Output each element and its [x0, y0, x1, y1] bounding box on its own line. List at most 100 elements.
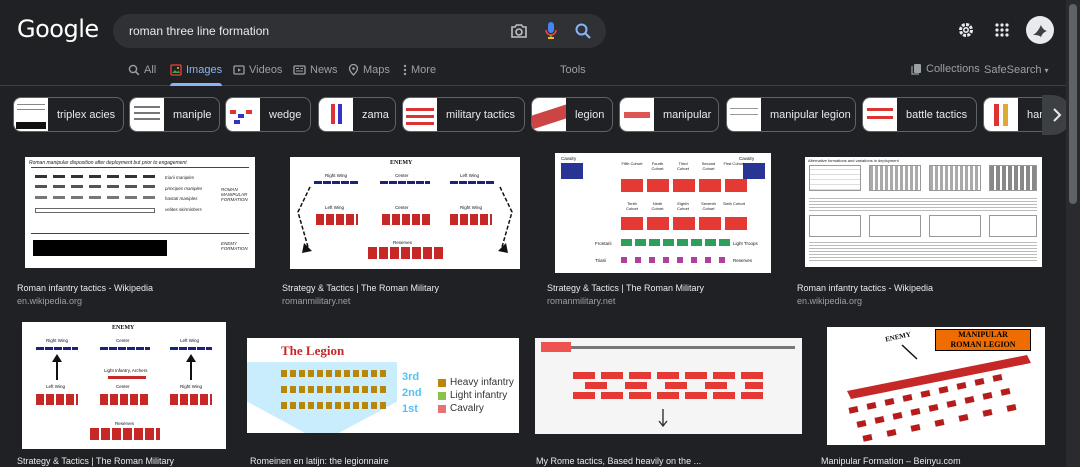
thumb-text: Light Troops — [733, 241, 758, 246]
camera-icon[interactable] — [506, 20, 532, 42]
thumb-text: hastati maniples — [165, 196, 198, 201]
safesearch-button[interactable]: SafeSearch ▾ — [984, 64, 1049, 76]
result-title[interactable]: Strategy & Tactics | The Roman Military — [17, 456, 174, 466]
chip-triplex-acies[interactable]: triplex acies — [13, 97, 124, 132]
chip-thumbnail — [319, 98, 353, 131]
chip-legion[interactable]: legion — [531, 97, 613, 132]
gear-icon[interactable] — [954, 16, 978, 44]
thumb-text: Alternative formations and variations in… — [808, 158, 899, 163]
result-thumbnail[interactable] — [535, 338, 802, 434]
thumb-text: principes maniples — [165, 185, 203, 191]
result-thumbnail[interactable]: Cavalry Cavalry Fifth Cohort Fourth Coho… — [555, 153, 771, 273]
collections-label: Collections — [926, 63, 980, 75]
tab-more[interactable]: More — [403, 64, 436, 86]
image-result[interactable]: ENEMY Right Wing Center Left Wing Left W… — [282, 155, 542, 307]
chip-label: legion — [575, 108, 605, 121]
page-scrollbar[interactable] — [1066, 0, 1080, 467]
mic-icon[interactable] — [538, 20, 564, 42]
avatar[interactable] — [1026, 16, 1054, 44]
result-title[interactable]: Manipular Formation – Beinyu.com — [821, 456, 961, 466]
tab-label: More — [411, 64, 437, 76]
result-title[interactable]: Roman infantry tactics - Wikipedia — [17, 283, 153, 293]
tools-button[interactable]: Tools — [560, 64, 586, 76]
tab-videos[interactable]: Videos — [233, 64, 282, 86]
collections-button[interactable]: Collections — [911, 63, 980, 75]
result-title[interactable]: Strategy & Tactics | The Roman Military — [547, 283, 704, 293]
chip-wedge[interactable]: wedge — [225, 97, 311, 132]
chevron-right-icon — [1053, 108, 1062, 122]
search-input[interactable] — [129, 22, 509, 40]
result-title[interactable]: Strategy & Tactics | The Roman Military — [282, 283, 439, 293]
result-source[interactable]: romanmilitary.net — [282, 296, 350, 306]
result-title[interactable]: Roman infantry tactics - Wikipedia — [797, 283, 933, 293]
legend-label: Heavy infantry — [450, 377, 514, 388]
image-result[interactable]: Roman manipular disposition after deploy… — [17, 155, 267, 307]
result-title[interactable]: My Rome tactics, Based heavily on the ..… — [536, 456, 701, 466]
tab-news[interactable]: News — [293, 64, 338, 86]
tab-label: Videos — [249, 64, 283, 76]
chip-manipular-legion[interactable]: manipular legion — [726, 97, 856, 132]
chip-maniple[interactable]: maniple — [129, 97, 220, 132]
chip-label: maniple — [173, 108, 212, 121]
search-icon[interactable] — [570, 20, 596, 42]
result-source[interactable]: romanmilitary.net — [547, 296, 615, 306]
result-source[interactable]: en.wikipedia.org — [17, 296, 82, 306]
image-result[interactable]: The Legion 3rd 2nd 1st Heavy infantry Li… — [247, 336, 530, 467]
apps-grid-icon[interactable] — [990, 16, 1014, 44]
result-source[interactable]: en.wikipedia.org — [797, 296, 862, 306]
chip-han[interactable]: han — [983, 97, 1048, 132]
thumb-text: Eighth Cohort — [676, 201, 689, 211]
chip-thumbnail — [226, 98, 260, 131]
chip-thumbnail — [130, 98, 164, 131]
thumb-text: 3rd — [402, 371, 420, 383]
tab-label: Maps — [363, 64, 390, 76]
tab-images[interactable]: Images — [170, 64, 223, 86]
search-box[interactable] — [113, 14, 606, 48]
thumb-text: Seventh Cohort — [701, 201, 716, 211]
chip-thumbnail — [403, 98, 437, 131]
bookmark-collection-icon — [911, 64, 921, 75]
result-thumbnail[interactable]: Alternative formations and variations in… — [805, 157, 1042, 267]
result-thumbnail[interactable]: The Legion 3rd 2nd 1st Heavy infantry Li… — [247, 338, 519, 433]
chip-battle-tactics[interactable]: battle tactics — [862, 97, 977, 132]
tab-label: News — [310, 64, 338, 76]
thumb-text: triarii maniples — [165, 175, 195, 180]
result-title[interactable]: Romeinen en latijn: the legionnaire — [250, 456, 389, 466]
dots-vertical-icon — [403, 64, 407, 76]
image-result[interactable]: ENEMY Right Wing Center Left Wing Light … — [17, 322, 267, 467]
header: Google — [0, 0, 1066, 62]
thumb-text: Third Cohort — [676, 161, 689, 171]
image-result[interactable]: MANIPULAR ROMAN LEGION ENEMY Manipular F… — [821, 326, 1066, 467]
chip-thumbnail — [14, 98, 48, 131]
tab-label: All — [144, 64, 157, 76]
search-tabs: All Images Videos News Maps More Tools C… — [0, 60, 1066, 86]
tab-maps[interactable]: Maps — [348, 64, 390, 86]
thumb-text: ROMAN MANIPULAR FORMATION — [221, 187, 248, 202]
result-thumbnail[interactable]: ENEMY Right Wing Center Left Wing Light … — [22, 322, 226, 449]
chip-military-tactics[interactable]: military tactics — [402, 97, 525, 132]
google-logo[interactable]: Google — [17, 15, 99, 43]
thumb-text: Sixth Cohort — [723, 201, 746, 206]
thumb-text: First Cohort — [723, 161, 745, 166]
chip-thumbnail — [620, 98, 654, 131]
result-thumbnail[interactable]: MANIPULAR ROMAN LEGION ENEMY — [827, 327, 1045, 445]
result-thumbnail[interactable]: ENEMY Right Wing Center Left Wing Left W… — [290, 157, 520, 269]
chip-zama[interactable]: zama — [318, 97, 396, 132]
thumb-text: Frontarii — [595, 241, 612, 246]
safesearch-label: SafeSearch — [984, 64, 1042, 76]
scrollbar-thumb[interactable] — [1069, 4, 1077, 204]
result-thumbnail[interactable]: Roman manipular disposition after deploy… — [25, 157, 255, 268]
chip-manipular[interactable]: manipular — [619, 97, 719, 132]
tab-all[interactable]: All — [128, 64, 156, 86]
image-result[interactable]: Alternative formations and variations in… — [797, 155, 1057, 307]
thumb-text: Fourth Cohort — [651, 161, 664, 171]
image-result[interactable]: Cavalry Cavalry Fifth Cohort Fourth Coho… — [547, 152, 787, 307]
thumb-text: ENEMY FORMATION — [221, 241, 248, 251]
chip-label: manipular — [663, 108, 712, 121]
image-result[interactable]: My Rome tactics, Based heavily on the ..… — [535, 336, 806, 467]
chip-label: zama — [362, 108, 389, 121]
video-icon — [233, 65, 245, 75]
legend-label: Cavalry — [450, 403, 484, 414]
news-icon — [293, 65, 306, 75]
chip-thumbnail — [984, 98, 1018, 131]
